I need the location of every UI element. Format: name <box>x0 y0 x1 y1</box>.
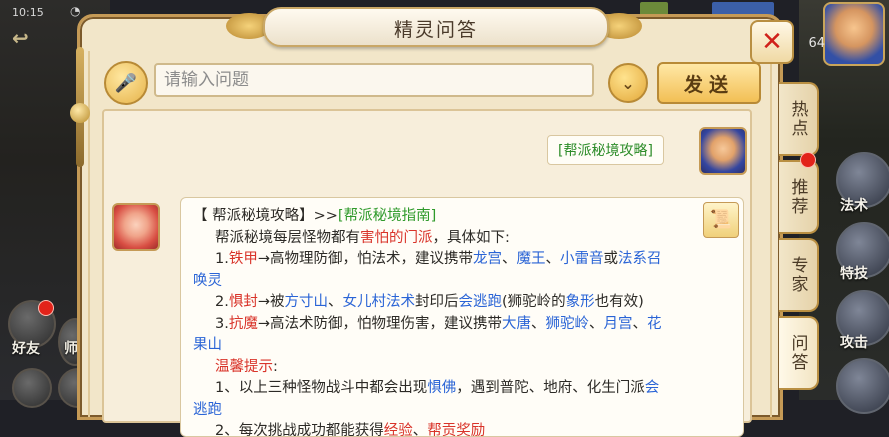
special-skill-label: 特技 <box>840 266 868 282</box>
answer-item-1: 1.铁甲→高物理防御，怕法术，建议携带龙宫、魔王、小雷音或法系召 <box>215 251 662 267</box>
close-button[interactable]: ✕ <box>750 20 794 64</box>
answer-item-3-cont: 果山 <box>193 337 222 353</box>
tab-expert[interactable]: 专家 <box>779 238 819 312</box>
tab-qa[interactable]: 问答 <box>779 316 819 390</box>
attack-skill-label: 攻击 <box>840 335 868 351</box>
wifi-icon: ◔ <box>70 4 81 18</box>
answer-item-2: 2.惧封→被方寸山、女儿村法术封印后会逃跑(狮驼岭的象形也有效) <box>215 294 644 310</box>
sprite-qa-dialog: 精灵问答 ✕ 🎤 ⌄ 发送 [帮派秘境攻略] 📜 【 帮派秘境攻略】>>[帮派秘… <box>70 7 794 437</box>
user-message-bubble[interactable]: [帮派秘境攻略] <box>547 135 664 165</box>
master-label: 师 <box>64 341 78 357</box>
notification-dot <box>38 300 54 316</box>
answer-bubble: 📜 【 帮派秘境攻略】>>[帮派秘境指南] 帮派秘境每层怪物都有害怕的门派，具体… <box>180 197 744 437</box>
answer-item-3: 3.抗魔→高法术防御，怕物理伤害，建议携带大唐、狮驼岭、月宫、花 <box>215 315 662 332</box>
tab-hot[interactable]: 热点 <box>779 82 819 156</box>
tip-2: 2、每次挑战成功都能获得经验、帮贡奖励 <box>215 423 486 437</box>
spell-skill-label: 法术 <box>840 198 868 214</box>
history-dropdown-button[interactable]: ⌄ <box>608 63 648 103</box>
answer-item-1-cont: 唤灵 <box>193 272 222 289</box>
sprite-avatar <box>112 203 160 251</box>
tassel-bead-decoration <box>70 103 90 123</box>
book-icon[interactable]: 📜 <box>703 202 739 238</box>
answer-header: 【 帮派秘境攻略】>>[帮派秘境指南] <box>193 208 437 224</box>
notification-dot <box>800 152 816 168</box>
chat-button[interactable] <box>12 368 52 408</box>
status-time: 10:15 <box>12 6 44 19</box>
send-button[interactable]: 发送 <box>657 62 761 104</box>
chat-area[interactable]: [帮派秘境攻略] 📜 【 帮派秘境攻略】>>[帮派秘境指南] 帮派秘境每层怪物都… <box>102 109 752 437</box>
player-level: 64 <box>808 36 825 51</box>
chevron-down-icon: ⌄ <box>621 73 635 93</box>
player-avatar[interactable] <box>823 2 885 66</box>
close-icon: ✕ <box>761 27 783 57</box>
user-avatar <box>699 127 747 175</box>
friends-label: 好友 <box>12 341 40 357</box>
guide-link[interactable]: [帮派秘境指南] <box>338 208 436 224</box>
tab-recommend[interactable]: 推荐 <box>779 160 819 234</box>
item-skill-button[interactable] <box>836 358 889 414</box>
tip-1: 1、以上三种怪物战斗中都会出现惧佛，遇到普陀、地府、化生门派会 <box>215 380 660 396</box>
tips-heading: 温馨提示: <box>215 358 278 375</box>
back-icon[interactable]: ↩ <box>12 26 29 50</box>
title-banner: 精灵问答 <box>263 7 609 47</box>
voice-input-button[interactable]: 🎤 <box>104 61 148 105</box>
question-input[interactable] <box>154 63 594 97</box>
answer-intro: 帮派秘境每层怪物都有害怕的门派，具体如下: <box>215 229 510 246</box>
microphone-icon: 🎤 <box>114 72 138 94</box>
dialog-title: 精灵问答 <box>393 19 478 41</box>
tip-1-cont: 逃跑 <box>193 401 222 418</box>
